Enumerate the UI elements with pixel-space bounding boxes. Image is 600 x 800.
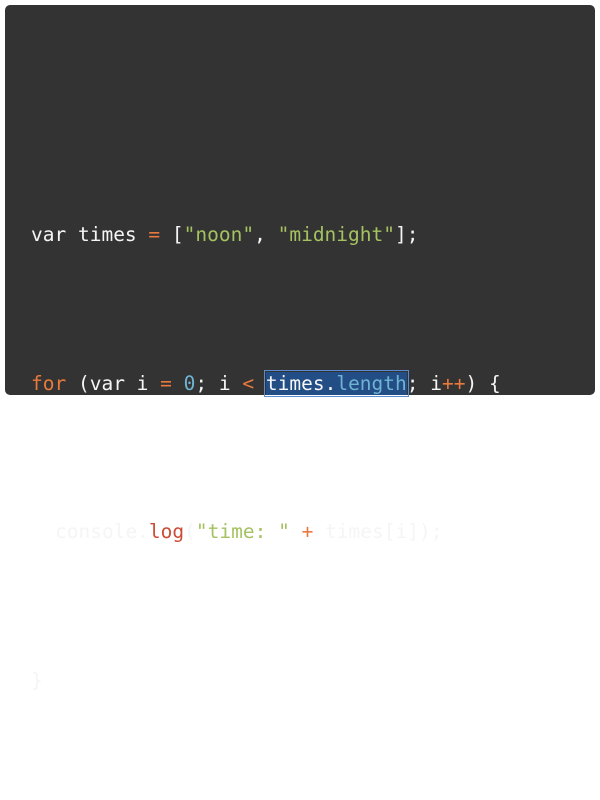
code-line-1: var times = ["noon", "midnight"]; bbox=[31, 210, 501, 260]
code-editor[interactable]: var times = ["noon", "midnight"]; for (v… bbox=[5, 5, 595, 692]
open-paren: ( bbox=[184, 520, 196, 543]
comma: , bbox=[254, 223, 278, 246]
assign-operator-2: = bbox=[160, 371, 172, 395]
space-2 bbox=[254, 372, 266, 395]
space-3 bbox=[290, 520, 302, 543]
identifier-times: times bbox=[66, 223, 149, 246]
loop-var-decl: (var i bbox=[66, 371, 161, 395]
log-function: log bbox=[148, 520, 185, 543]
string-noon: "noon" bbox=[183, 223, 255, 246]
number-zero: 0 bbox=[183, 371, 196, 395]
plus-operator: + bbox=[301, 520, 314, 543]
selected-text[interactable]: times.length bbox=[263, 369, 409, 397]
string-midnight: "midnight" bbox=[277, 223, 395, 246]
loop-open-brace: ) { bbox=[465, 371, 501, 395]
close-brace: } bbox=[31, 668, 43, 692]
loop-increment-var: ; i bbox=[406, 371, 443, 395]
var-keyword: var bbox=[31, 223, 67, 246]
assign-operator: = bbox=[148, 223, 161, 246]
code-block[interactable]: var times = ["noon", "midnight"]; for (v… bbox=[31, 111, 501, 800]
selected-property-length: length bbox=[336, 371, 407, 395]
console-object: console. bbox=[55, 520, 149, 543]
code-line-4: } bbox=[31, 656, 501, 706]
open-bracket: [ bbox=[160, 223, 184, 246]
code-line-2: for (var i = 0; i < times.length; i++) { bbox=[31, 359, 501, 409]
string-time: "time: " bbox=[195, 520, 290, 543]
loop-condition-start: ; i bbox=[195, 371, 243, 395]
less-than-operator: < bbox=[242, 371, 255, 395]
times-index-expr: times[i]); bbox=[313, 520, 443, 543]
selected-object: times. bbox=[265, 371, 337, 395]
code-line-3: console.log("time: " + times[i]); bbox=[31, 507, 501, 557]
close-bracket: ]; bbox=[395, 223, 419, 246]
for-keyword: for bbox=[31, 371, 67, 395]
increment-operator: ++ bbox=[442, 371, 466, 395]
